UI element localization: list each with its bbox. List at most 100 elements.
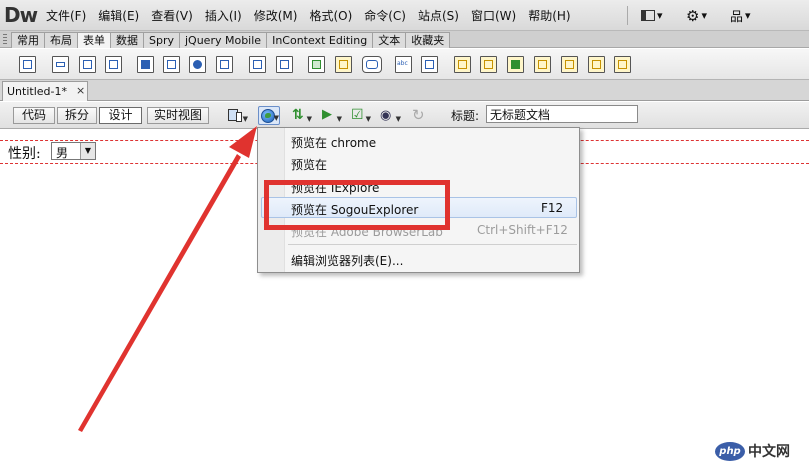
site-menu[interactable]: 品 ▾ bbox=[730, 0, 751, 31]
document-toolbar: 代码 拆分 设计 实时视图 ▼ ▼ ⇅ ▼ ▶ ▼ ☑ ▼ ◉ ▼ ↻ bbox=[0, 102, 809, 129]
menu-item-preview-default[interactable]: 预览在 bbox=[291, 156, 327, 173]
live-view-button[interactable]: 实时视图 bbox=[147, 107, 209, 124]
refresh-icon: ↻ bbox=[412, 106, 425, 124]
label-icon[interactable]: abc bbox=[395, 56, 412, 73]
tab-spry[interactable]: Spry bbox=[143, 32, 180, 48]
gender-select[interactable]: 男 ▼ bbox=[51, 142, 96, 160]
chevron-down-icon: ▼ bbox=[395, 115, 401, 123]
checkbox-group-icon[interactable] bbox=[163, 56, 180, 73]
tab-common[interactable]: 常用 bbox=[11, 32, 45, 48]
spry-select-icon[interactable] bbox=[534, 56, 551, 73]
annotation-highlight-box bbox=[264, 180, 450, 230]
chevron-down-icon: ▾ bbox=[701, 9, 707, 22]
play-icon: ▶ bbox=[322, 107, 332, 122]
multiscreen-button[interactable]: ▼ bbox=[226, 106, 248, 125]
spry-password-icon[interactable] bbox=[561, 56, 578, 73]
menu-bar: Dw 文件(F) 编辑(E) 查看(V) 插入(I) 修改(M) 格式(O) 命… bbox=[0, 0, 809, 31]
checkbox-icon[interactable] bbox=[137, 56, 154, 73]
tab-layout[interactable]: 布局 bbox=[44, 32, 78, 48]
menu-insert[interactable]: 插入(I) bbox=[199, 7, 248, 24]
extensions-menu[interactable]: ⚙ ▾ bbox=[686, 0, 707, 31]
shortcut-f12: F12 bbox=[541, 201, 564, 215]
document-tab[interactable]: Untitled-1* × bbox=[2, 81, 88, 101]
tab-forms[interactable]: 表单 bbox=[77, 32, 111, 48]
main-menu: 文件(F) 编辑(E) 查看(V) 插入(I) 修改(M) 格式(O) 命令(C… bbox=[40, 0, 577, 31]
file-field-icon[interactable] bbox=[335, 56, 352, 73]
mobile-icon bbox=[236, 112, 242, 122]
page-title-input[interactable] bbox=[486, 105, 638, 123]
gender-label: 性别: bbox=[8, 146, 41, 162]
layout-switcher[interactable]: ▾ bbox=[641, 0, 663, 31]
watermark-badge: php bbox=[715, 441, 745, 461]
design-view-button[interactable]: 设计 bbox=[99, 107, 142, 124]
layout-icon bbox=[641, 10, 655, 21]
preview-in-browser-button[interactable]: ▼ bbox=[258, 106, 280, 125]
gear-icon: ⚙ bbox=[686, 6, 700, 25]
spry-checkbox-icon[interactable] bbox=[507, 56, 524, 73]
visual-aids-button[interactable]: ◉ ▼ bbox=[379, 106, 401, 125]
tab-text[interactable]: 文本 bbox=[372, 32, 407, 48]
tab-incontext-editing[interactable]: InContext Editing bbox=[266, 32, 374, 48]
eye-icon: ◉ bbox=[380, 108, 392, 123]
chevron-down-icon[interactable]: ▼ bbox=[80, 143, 95, 159]
refresh-button[interactable]: ↻ bbox=[409, 106, 431, 125]
close-icon[interactable]: × bbox=[76, 84, 85, 97]
menu-file[interactable]: 文件(F) bbox=[40, 7, 92, 24]
hidden-field-icon[interactable] bbox=[79, 56, 96, 73]
chevron-down-icon: ▼ bbox=[242, 115, 248, 123]
spry-radio-group-icon[interactable] bbox=[614, 56, 631, 73]
menu-commands[interactable]: 命令(C) bbox=[358, 7, 412, 24]
chevron-down-icon: ▾ bbox=[745, 9, 751, 22]
menu-item-preview-chrome[interactable]: 预览在 chrome bbox=[291, 134, 376, 151]
code-view-button[interactable]: 代码 bbox=[13, 107, 55, 124]
file-management-button[interactable]: ⇅ ▼ bbox=[290, 106, 312, 125]
menu-view[interactable]: 查看(V) bbox=[145, 7, 199, 24]
shortcut-ctrl-shift-f12: Ctrl+Shift+F12 bbox=[477, 223, 568, 237]
tab-data[interactable]: 数据 bbox=[110, 32, 144, 48]
menu-separator bbox=[288, 244, 577, 245]
watermark: php 中文网 bbox=[715, 439, 790, 463]
split-view-button[interactable]: 拆分 bbox=[57, 107, 97, 124]
app-logo: Dw bbox=[4, 3, 38, 27]
insert-icon-toolbar: abc bbox=[0, 49, 809, 80]
fieldset-icon[interactable] bbox=[421, 56, 438, 73]
menu-item-edit-browser-list[interactable]: 编辑浏览器列表(E)... bbox=[291, 252, 403, 269]
image-field-icon[interactable] bbox=[308, 56, 325, 73]
check-page-button[interactable]: ☑ ▼ bbox=[349, 106, 371, 125]
button-icon[interactable] bbox=[362, 56, 382, 73]
menu-window[interactable]: 窗口(W) bbox=[465, 7, 522, 24]
tab-favorites[interactable]: 收藏夹 bbox=[405, 32, 451, 48]
chevron-down-icon: ▼ bbox=[365, 115, 371, 123]
menu-help[interactable]: 帮助(H) bbox=[522, 7, 576, 24]
menu-edit[interactable]: 编辑(E) bbox=[92, 7, 145, 24]
check-icon: ☑ bbox=[351, 107, 364, 123]
spry-text-field-icon[interactable] bbox=[454, 56, 471, 73]
spry-confirm-icon[interactable] bbox=[588, 56, 605, 73]
chevron-down-icon: ▾ bbox=[657, 9, 663, 22]
textarea-icon[interactable] bbox=[105, 56, 122, 73]
radio-button-icon[interactable] bbox=[189, 56, 206, 73]
menu-format[interactable]: 格式(O) bbox=[303, 7, 358, 24]
text-field-icon[interactable] bbox=[52, 56, 69, 73]
document-tab-bar: Untitled-1* × bbox=[0, 80, 809, 101]
tab-jquery-mobile[interactable]: jQuery Mobile bbox=[179, 32, 268, 48]
chevron-down-icon: ▼ bbox=[306, 115, 312, 123]
transfer-icon: ⇅ bbox=[292, 107, 304, 123]
menu-separator bbox=[627, 6, 628, 25]
spry-textarea-icon[interactable] bbox=[480, 56, 497, 73]
watermark-text: 中文网 bbox=[748, 444, 790, 460]
jump-menu-icon[interactable] bbox=[276, 56, 293, 73]
document-tab-title: Untitled-1* bbox=[7, 85, 67, 98]
panel-grip[interactable] bbox=[3, 34, 7, 45]
form-icon[interactable] bbox=[19, 56, 36, 73]
site-icon: 品 bbox=[730, 10, 744, 25]
menu-modify[interactable]: 修改(M) bbox=[248, 7, 304, 24]
radio-group-icon[interactable] bbox=[216, 56, 233, 73]
chevron-down-icon: ▼ bbox=[273, 114, 279, 122]
page-title-label: 标题: bbox=[451, 109, 480, 123]
menu-site[interactable]: 站点(S) bbox=[412, 7, 465, 24]
live-code-button[interactable]: ▶ ▼ bbox=[320, 106, 342, 125]
list-menu-icon[interactable] bbox=[249, 56, 266, 73]
gender-select-value: 男 bbox=[56, 146, 69, 160]
insert-panel-tabs: 常用 布局 表单 数据 Spry jQuery Mobile InContext… bbox=[0, 31, 809, 48]
